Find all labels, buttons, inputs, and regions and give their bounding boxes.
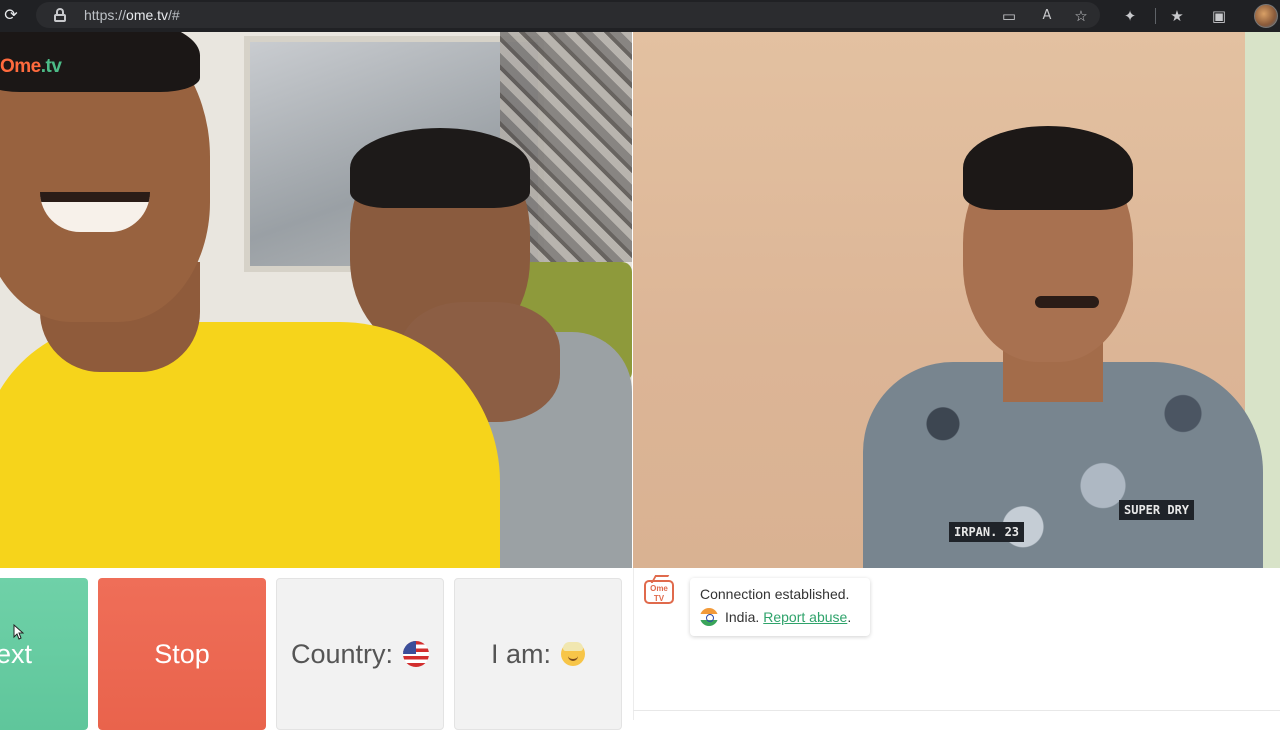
toolbar-divider bbox=[1155, 8, 1156, 24]
partner-country: India. bbox=[725, 609, 760, 625]
lock-icon[interactable] bbox=[54, 8, 66, 22]
read-aloud-icon[interactable]: A bbox=[1037, 6, 1057, 26]
system-message: Connection established. India. Report ab… bbox=[690, 578, 870, 636]
remote-person-hair bbox=[963, 126, 1133, 210]
reload-icon[interactable]: ⟳ bbox=[2, 6, 20, 24]
chat-controls: ext Stop Country: I am: bbox=[0, 568, 632, 730]
ometv-tv-icon: Ome TV bbox=[644, 580, 674, 604]
stop-button-label: Stop bbox=[154, 638, 210, 669]
country-selector[interactable]: Country: bbox=[276, 578, 444, 730]
brand-patch: SUPER DRY bbox=[1119, 500, 1195, 520]
next-button[interactable]: ext bbox=[0, 578, 88, 730]
country-label: Country: bbox=[290, 638, 394, 669]
ometv-logo: Ome.tv bbox=[0, 56, 62, 77]
url-text[interactable]: https://ome.tv/# bbox=[84, 7, 180, 23]
address-bar[interactable] bbox=[36, 2, 1100, 28]
add-favorite-icon[interactable]: ☆ bbox=[1071, 6, 1091, 26]
person-two-hair bbox=[350, 128, 530, 208]
mouse-cursor-icon bbox=[13, 624, 24, 640]
connection-status: Connection established. bbox=[700, 586, 850, 602]
extensions-icon[interactable]: ✦ bbox=[1120, 6, 1140, 26]
video-camera-icon[interactable]: ▭ bbox=[999, 6, 1019, 26]
remote-person-mustache bbox=[1035, 296, 1099, 308]
gender-selector[interactable]: I am: bbox=[454, 578, 622, 730]
chat-panel: Ome TV Connection established. India. Rep… bbox=[633, 568, 1280, 720]
partner-location: India. Report abuse. bbox=[700, 608, 860, 626]
favorites-icon[interactable]: ★ bbox=[1167, 6, 1187, 26]
stop-button[interactable]: Stop bbox=[98, 578, 266, 730]
us-flag-icon bbox=[403, 641, 430, 667]
man-emoji-icon bbox=[561, 642, 585, 666]
chat-input-divider bbox=[633, 710, 1280, 711]
local-video: Ome.tv bbox=[0, 32, 632, 568]
iam-label: I am: bbox=[490, 638, 551, 669]
next-button-label: ext bbox=[0, 638, 32, 669]
india-flag-icon bbox=[700, 608, 718, 626]
name-patch: IRPAN. 23 bbox=[949, 522, 1025, 542]
remote-video: IRPAN. 23 SUPER DRY bbox=[633, 32, 1280, 568]
profile-avatar[interactable] bbox=[1254, 4, 1278, 28]
report-suffix: . bbox=[847, 609, 852, 625]
report-abuse-link[interactable]: Report abuse bbox=[763, 609, 847, 625]
browser-toolbar: ⟳ https://ome.tv/# ▭ A ☆ ✦ ★ ▣ bbox=[0, 0, 1280, 32]
collections-icon[interactable]: ▣ bbox=[1209, 6, 1229, 26]
